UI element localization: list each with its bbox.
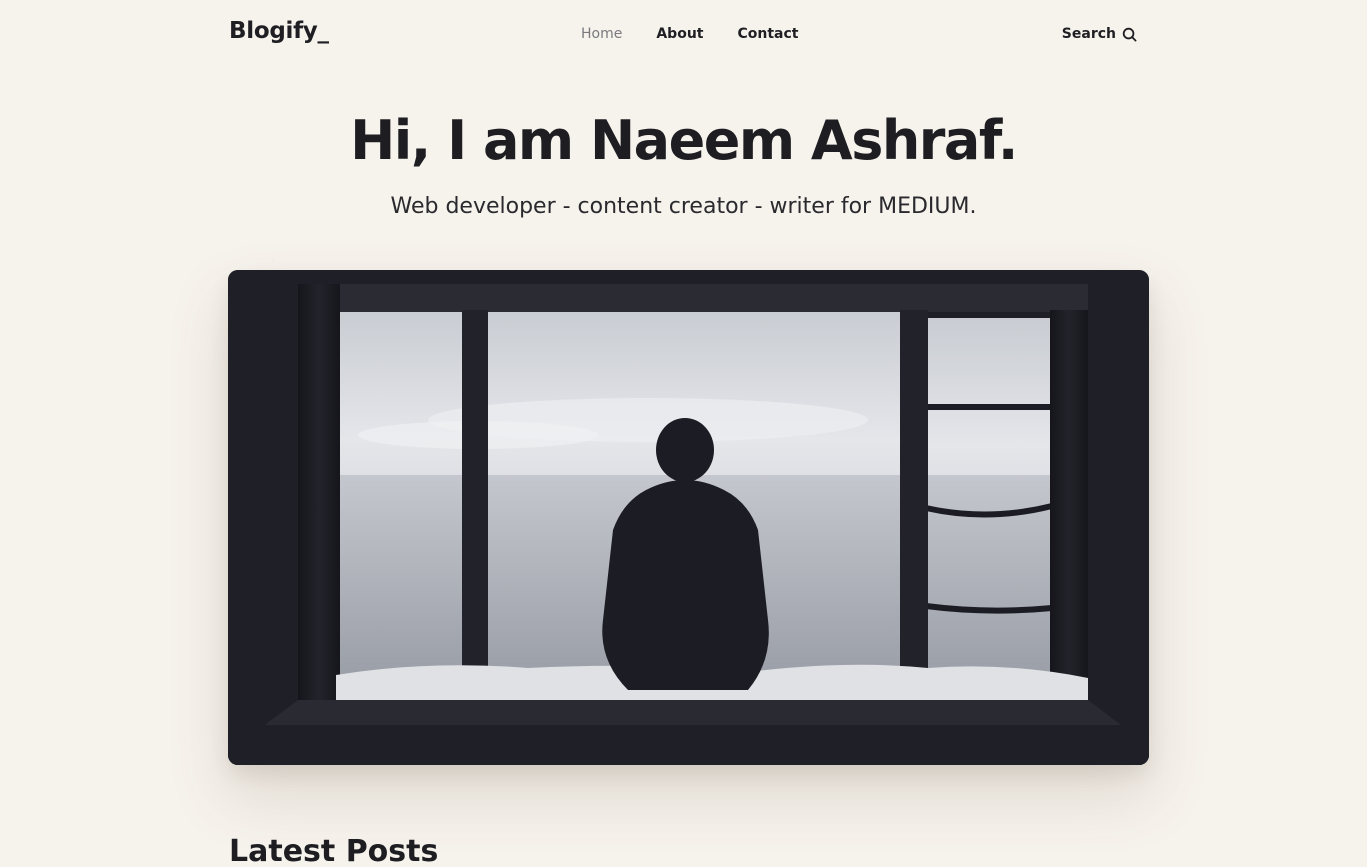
hero-subtitle: Web developer - content creator - writer… bbox=[390, 194, 977, 219]
search-button[interactable]: Search bbox=[1062, 26, 1137, 42]
site-header: Blogify_ Home About Contact Search bbox=[229, 14, 1137, 56]
page: Blogify_ Home About Contact Search Hi, I… bbox=[0, 0, 1367, 867]
site-logo[interactable]: Blogify_ bbox=[229, 18, 329, 44]
nav-about-link[interactable]: About bbox=[656, 26, 703, 42]
main-nav: Home About Contact bbox=[581, 26, 832, 42]
nav-contact-link[interactable]: Contact bbox=[737, 26, 798, 42]
hero-image bbox=[228, 270, 1149, 765]
hero-title: Hi, I am Naeem Ashraf. bbox=[350, 109, 1018, 172]
search-icon bbox=[1122, 27, 1137, 42]
search-label: Search bbox=[1061, 26, 1116, 42]
nav-home-link[interactable]: Home bbox=[581, 26, 622, 42]
latest-posts-title: Latest Posts bbox=[229, 834, 439, 867]
